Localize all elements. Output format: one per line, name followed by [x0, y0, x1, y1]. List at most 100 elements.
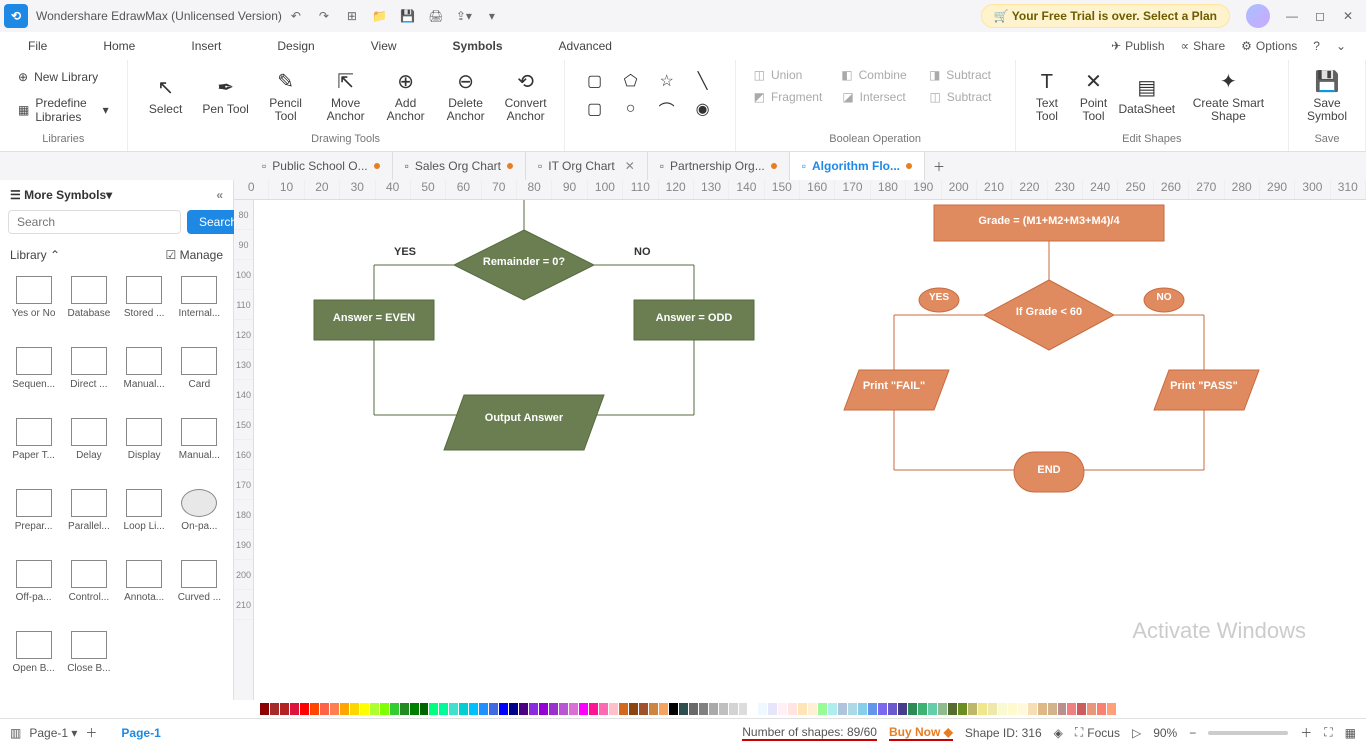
library-shape[interactable]: Control...	[63, 560, 114, 621]
doc-tab[interactable]: ▫Public School O...	[250, 152, 393, 180]
color-swatch[interactable]	[768, 703, 777, 715]
color-swatch[interactable]	[469, 703, 478, 715]
dropdown-icon[interactable]: ▾	[478, 2, 506, 30]
search-input[interactable]	[8, 210, 181, 234]
library-shape[interactable]: Annota...	[119, 560, 170, 621]
box-output[interactable]: Output Answer	[454, 412, 594, 424]
box-odd[interactable]: Answer = ODD	[634, 312, 754, 324]
manage-button[interactable]: ☑ Manage	[166, 248, 223, 262]
close-icon[interactable]: ✕	[1334, 2, 1362, 30]
color-swatch[interactable]	[878, 703, 887, 715]
new-icon[interactable]: ⊞	[338, 2, 366, 30]
box-fail[interactable]: Print "FAIL"	[849, 380, 939, 392]
subtract-button[interactable]: ◨ Subtract	[921, 64, 1005, 86]
box-even[interactable]: Answer = EVEN	[314, 312, 434, 324]
color-swatch[interactable]	[729, 703, 738, 715]
library-shape[interactable]: Parallel...	[63, 489, 114, 550]
layers-icon[interactable]: ◈	[1054, 726, 1063, 740]
menu-home[interactable]: Home	[95, 35, 143, 57]
add-tab-icon[interactable]: ＋	[925, 158, 953, 175]
color-swatch[interactable]	[320, 703, 329, 715]
color-swatch[interactable]	[808, 703, 817, 715]
minimize-icon[interactable]: —	[1278, 2, 1306, 30]
library-shape[interactable]: On-pa...	[174, 489, 225, 550]
color-swatch[interactable]	[429, 703, 438, 715]
color-swatch[interactable]	[858, 703, 867, 715]
export-icon[interactable]: ⇪▾	[450, 2, 478, 30]
shape-line[interactable]: ╲	[689, 70, 717, 92]
pencil-tool[interactable]: ✎Pencil Tool	[258, 64, 314, 130]
library-shape[interactable]: Close B...	[63, 631, 114, 692]
library-shape[interactable]: Curved ...	[174, 560, 225, 621]
save-icon[interactable]: 💾	[394, 2, 422, 30]
menu-file[interactable]: File	[20, 35, 55, 57]
library-shape[interactable]: Prepar...	[8, 489, 59, 550]
color-swatch[interactable]	[579, 703, 588, 715]
color-swatch[interactable]	[828, 703, 837, 715]
color-swatch[interactable]	[1018, 703, 1027, 715]
color-swatch[interactable]	[400, 703, 409, 715]
color-swatch[interactable]	[569, 703, 578, 715]
menu-advanced[interactable]: Advanced	[551, 35, 620, 57]
fragment-button[interactable]: ◩ Fragment	[746, 86, 831, 108]
publish-button[interactable]: ✈ Publish	[1111, 39, 1164, 53]
point-tool[interactable]: ✕Point Tool	[1072, 64, 1115, 130]
shape-pentagon[interactable]: ⬠	[617, 70, 645, 92]
doc-tab[interactable]: ▫IT Org Chart✕	[526, 152, 648, 180]
maximize-icon[interactable]: ◻	[1306, 2, 1334, 30]
color-swatch[interactable]	[420, 703, 429, 715]
color-swatch[interactable]	[1087, 703, 1096, 715]
play-icon[interactable]: ▷	[1132, 726, 1141, 740]
library-shape[interactable]: Yes or No	[8, 276, 59, 337]
text-tool[interactable]: TText Tool	[1026, 64, 1069, 130]
doc-tab[interactable]: ▫Sales Org Chart	[393, 152, 526, 180]
color-swatch[interactable]	[509, 703, 518, 715]
library-shape[interactable]: Internal...	[174, 276, 225, 337]
doc-tab[interactable]: ▫Algorithm Flo...	[790, 152, 925, 180]
menu-design[interactable]: Design	[269, 35, 322, 57]
color-swatch[interactable]	[649, 703, 658, 715]
menu-insert[interactable]: Insert	[183, 35, 229, 57]
color-swatch[interactable]	[330, 703, 339, 715]
undo-icon[interactable]: ↶	[282, 2, 310, 30]
box-grade[interactable]: Grade = (M1+M2+M3+M4)/4	[934, 215, 1164, 227]
page-selector[interactable]: Page-1 ▾	[29, 726, 77, 740]
color-swatch[interactable]	[489, 703, 498, 715]
library-shape[interactable]: Display	[119, 418, 170, 479]
color-swatch[interactable]	[390, 703, 399, 715]
color-swatch[interactable]	[529, 703, 538, 715]
color-swatch[interactable]	[778, 703, 787, 715]
color-swatch[interactable]	[898, 703, 907, 715]
page-tab[interactable]: Page-1	[109, 726, 172, 740]
shape-spiral[interactable]: ◉	[689, 98, 717, 120]
color-swatch[interactable]	[838, 703, 847, 715]
open-icon[interactable]: 📁	[366, 2, 394, 30]
decision-grade[interactable]: If Grade < 60	[994, 306, 1104, 318]
color-swatch[interactable]	[998, 703, 1007, 715]
zoom-in-icon[interactable]: ＋	[1300, 724, 1312, 741]
decision-remainder[interactable]: Remainder = 0?	[454, 256, 594, 268]
color-swatch[interactable]	[1107, 703, 1116, 715]
select-tool[interactable]: ↖Select	[138, 64, 194, 130]
color-swatch[interactable]	[1097, 703, 1106, 715]
options-button[interactable]: ⚙ Options	[1241, 39, 1297, 53]
redo-icon[interactable]: ↷	[310, 2, 338, 30]
library-shape[interactable]: Direct ...	[63, 347, 114, 408]
color-swatch[interactable]	[748, 703, 757, 715]
color-swatch[interactable]	[868, 703, 877, 715]
library-shape[interactable]: Database	[63, 276, 114, 337]
collapse-icon[interactable]: «	[216, 188, 223, 202]
menu-view[interactable]: View	[363, 35, 405, 57]
library-shape[interactable]: Off-pa...	[8, 560, 59, 621]
library-shape[interactable]: Stored ...	[119, 276, 170, 337]
zoom-slider[interactable]	[1208, 731, 1288, 735]
library-shape[interactable]: Loop Li...	[119, 489, 170, 550]
color-swatch[interactable]	[609, 703, 618, 715]
box-end[interactable]: END	[1014, 464, 1084, 476]
print-icon[interactable]: 🖨	[422, 2, 450, 30]
library-label[interactable]: Library ⌃	[10, 248, 60, 262]
shape-rect[interactable]: ▢	[581, 70, 609, 92]
color-swatch[interactable]	[958, 703, 967, 715]
color-swatch[interactable]	[479, 703, 488, 715]
color-swatch[interactable]	[788, 703, 797, 715]
